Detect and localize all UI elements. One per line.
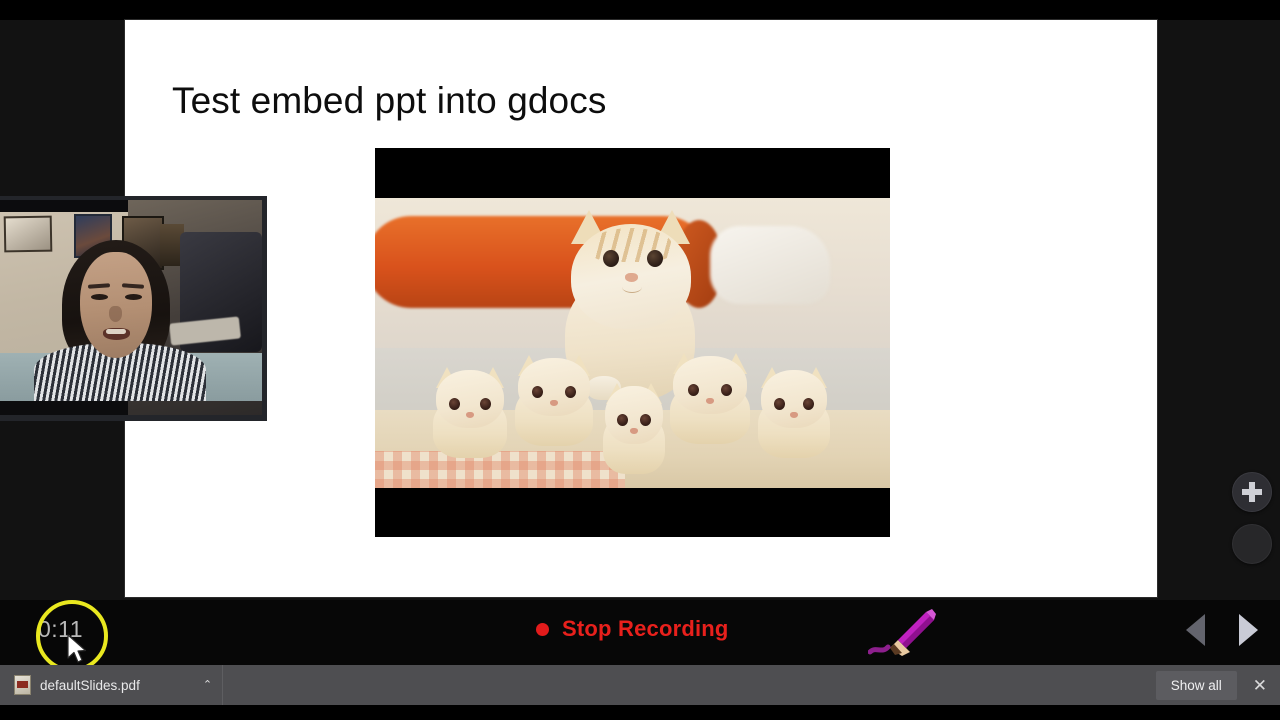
mouse-cursor (67, 634, 87, 663)
kitten-4 (670, 353, 750, 460)
previous-slide-arrow-icon[interactable] (1186, 614, 1205, 646)
wall-picture-1 (3, 215, 53, 253)
presenter-nose (109, 306, 122, 322)
zoom-controls (1232, 472, 1272, 576)
mother-cat-mouth (622, 281, 642, 293)
record-dot-icon (536, 622, 549, 636)
presenter-eye-left (91, 294, 108, 300)
recording-control-bar: 0:11 Stop Recording (0, 600, 1280, 665)
kitten-nose (790, 412, 798, 418)
presenter-eye-right (125, 294, 142, 300)
kitten-head (518, 358, 590, 416)
kitten-eye-left (616, 414, 628, 426)
webcam-letterbox-top (0, 200, 128, 212)
kitten-eye-right (564, 386, 576, 398)
presenter-face (80, 252, 152, 358)
kitten-head (605, 386, 663, 444)
webcam-overlay[interactable] (0, 196, 267, 421)
kitten-3 (603, 383, 665, 474)
kitten-nose (550, 400, 558, 406)
kitten-head (435, 370, 505, 428)
download-file-name: defaultSlides.pdf (40, 677, 140, 693)
stop-recording-label: Stop Recording (562, 616, 729, 641)
screen: Test embed ppt into gdocs 0:11 Stop Reco… (0, 0, 1280, 720)
zoom-in-button[interactable] (1232, 472, 1272, 512)
kitten-head (760, 370, 828, 428)
mother-cat-eye-right (647, 250, 663, 267)
plus-icon (1249, 482, 1255, 502)
chevron-up-icon[interactable]: ⌃ (203, 679, 212, 691)
viewer-top-strip (0, 0, 1280, 20)
kitten-eye-left (687, 384, 699, 396)
download-shelf: defaultSlides.pdf ⌃ Show all ✕ (0, 665, 1280, 705)
kitten-nose (630, 428, 638, 434)
stop-recording-button[interactable]: Stop Recording (536, 616, 729, 642)
media-white-pillow (710, 226, 830, 304)
slide-canvas[interactable]: Test embed ppt into gdocs (125, 20, 1157, 597)
pencil-icon[interactable] (868, 606, 938, 658)
slide-media-cat-video[interactable] (375, 148, 890, 537)
kitten-2 (515, 355, 593, 460)
webcam-letterbox-bottom (0, 401, 128, 415)
download-shelf-actions: Show all ✕ (1155, 665, 1280, 705)
kitten-5 (758, 367, 830, 462)
kitten-1 (433, 367, 507, 462)
media-content (375, 198, 890, 488)
presenter-teeth (106, 329, 126, 334)
zoom-out-button[interactable] (1232, 524, 1272, 564)
kitten-eye-right (479, 398, 491, 410)
kitten-nose (706, 398, 714, 404)
kitten-head (673, 356, 747, 414)
download-item[interactable]: defaultSlides.pdf ⌃ (0, 665, 224, 705)
close-icon[interactable]: ✕ (1237, 677, 1280, 694)
bottom-black-strip (0, 705, 1280, 720)
show-all-button[interactable]: Show all (1155, 670, 1237, 700)
pdf-file-icon (14, 675, 31, 695)
kitten-eye-left (773, 398, 785, 410)
mother-cat-eye-left (603, 250, 619, 267)
webcam-video (0, 200, 262, 415)
slide-title: Test embed ppt into gdocs (172, 80, 607, 121)
slide-navigation (1186, 614, 1258, 646)
next-slide-arrow-icon[interactable] (1239, 614, 1258, 646)
kitten-nose (466, 412, 474, 418)
